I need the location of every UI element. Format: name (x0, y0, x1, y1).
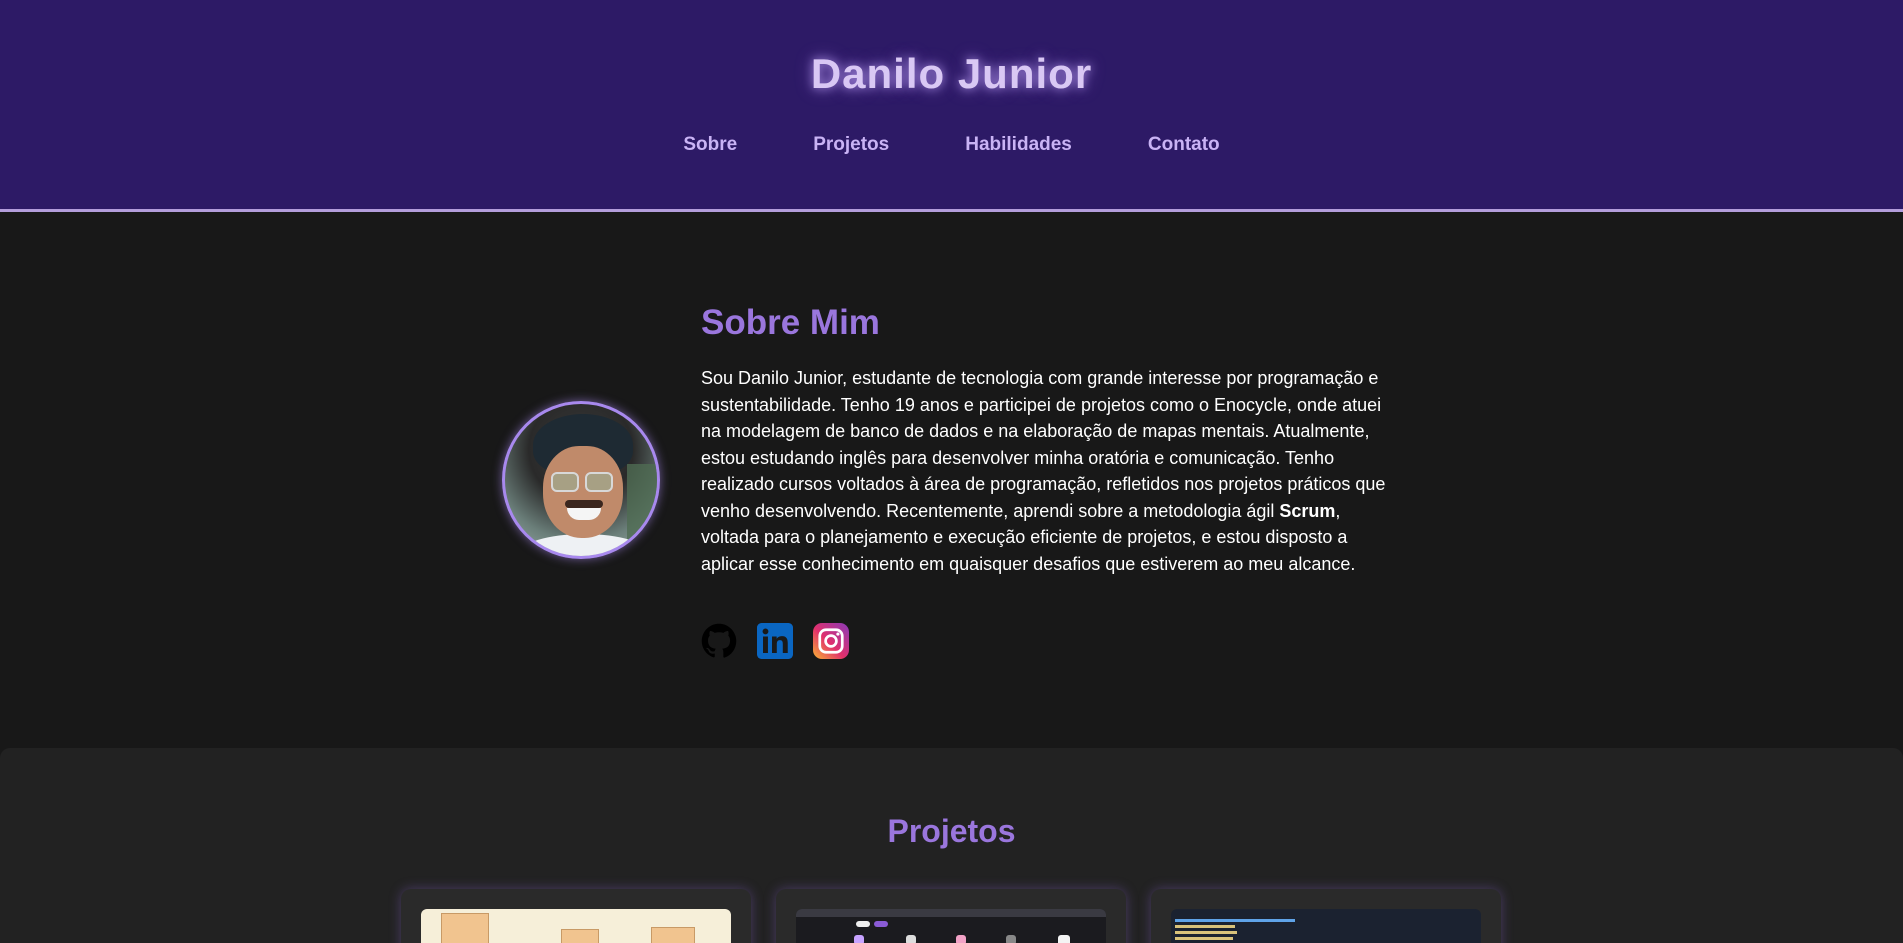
about-text-part-1: Sou Danilo Junior, estudante de tecnolog… (701, 368, 1386, 521)
project-card[interactable] (776, 889, 1126, 943)
about-text-scrum: Scrum (1279, 500, 1336, 521)
project-thumbnail (1171, 909, 1481, 943)
site-title: Danilo Junior (810, 50, 1093, 97)
instagram-icon[interactable] (813, 623, 849, 659)
profile-photo (502, 401, 660, 559)
about-section: Sobre Mim Sou Danilo Junior, estudante d… (0, 215, 1903, 748)
github-icon[interactable] (701, 623, 737, 659)
main-nav: Sobre Projetos Habilidades Contato (0, 134, 1903, 156)
project-thumbnail (796, 909, 1106, 943)
project-card[interactable] (401, 889, 751, 943)
about-heading: Sobre Mim (701, 303, 880, 342)
site-header: Danilo Junior Sobre Projetos Habilidades… (0, 0, 1903, 212)
social-links (701, 623, 849, 659)
nav-link-sobre[interactable]: Sobre (683, 134, 737, 156)
about-paragraph: Sou Danilo Junior, estudante de tecnolog… (701, 365, 1401, 577)
projects-section: Projetos (0, 748, 1903, 943)
nav-link-contato[interactable]: Contato (1148, 134, 1220, 156)
nav-link-projetos[interactable]: Projetos (813, 134, 889, 156)
projects-heading: Projetos (887, 813, 1016, 849)
project-card[interactable] (1151, 889, 1501, 943)
nav-link-habilidades[interactable]: Habilidades (965, 134, 1072, 156)
linkedin-icon[interactable] (757, 623, 793, 659)
project-thumbnail (421, 909, 731, 943)
